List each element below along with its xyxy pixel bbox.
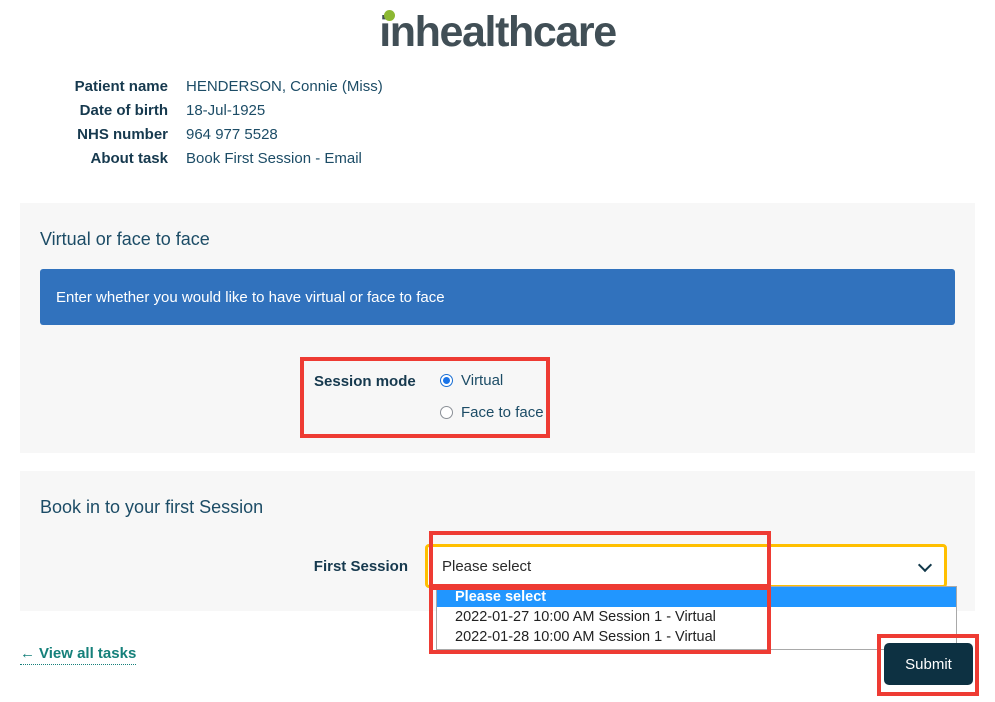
detail-label-nhs-number: NHS number bbox=[77, 126, 168, 143]
radio-virtual-icon[interactable] bbox=[440, 374, 453, 387]
radio-option-face-to-face[interactable]: Face to face bbox=[440, 404, 544, 421]
chevron-down-icon bbox=[917, 557, 933, 573]
detail-value-date-of-birth: 18-Jul-1925 bbox=[186, 102, 266, 119]
session-mode-field-group: Session mode Virtual Face to face bbox=[300, 357, 550, 438]
detail-row-date-of-birth: Date of birth 18-Jul-1925 bbox=[20, 102, 995, 126]
first-session-option-list[interactable]: Please select 2022-01-27 10:00 AM Sessio… bbox=[436, 586, 957, 650]
option-item[interactable]: 2022-01-27 10:00 AM Session 1 - Virtual bbox=[437, 607, 956, 627]
first-session-select[interactable]: Please select bbox=[425, 544, 947, 588]
radio-option-virtual-label: Virtual bbox=[461, 372, 504, 389]
view-all-tasks-label: View all tasks bbox=[39, 645, 137, 662]
detail-label-patient-name: Patient name bbox=[74, 78, 168, 95]
option-item[interactable]: Please select bbox=[437, 587, 956, 607]
radio-option-virtual[interactable]: Virtual bbox=[440, 372, 544, 389]
arrow-left-icon: ← bbox=[20, 645, 35, 662]
brand-header: inhealthcare bbox=[0, 0, 995, 56]
detail-label-about-task: About task bbox=[90, 150, 168, 167]
detail-row-nhs-number: NHS number 964 977 5528 bbox=[20, 126, 995, 150]
detail-row-patient-name: Patient name HENDERSON, Connie (Miss) bbox=[20, 78, 995, 102]
instruction-banner-text: Enter whether you would like to have vir… bbox=[56, 288, 445, 306]
option-item[interactable]: 2022-01-28 10:00 AM Session 1 - Virtual bbox=[437, 627, 956, 647]
section-title-mode: Virtual or face to face bbox=[40, 229, 210, 249]
detail-row-about-task: About task Book First Session - Email bbox=[20, 150, 995, 174]
first-session-field-row: First Session Please select bbox=[40, 544, 955, 588]
detail-label-date-of-birth: Date of birth bbox=[79, 102, 168, 119]
view-all-tasks-link[interactable]: ← View all tasks bbox=[20, 645, 137, 665]
submit-button[interactable]: Submit bbox=[884, 643, 973, 685]
session-mode-label: Session mode bbox=[314, 373, 416, 390]
first-session-select-value: Please select bbox=[442, 557, 532, 575]
detail-value-about-task: Book First Session - Email bbox=[186, 150, 362, 167]
radio-face-to-face-icon[interactable] bbox=[440, 406, 453, 419]
radio-option-face-to-face-label: Face to face bbox=[461, 404, 544, 421]
logo-text: inhealthcare bbox=[379, 8, 617, 56]
detail-value-patient-name: HENDERSON, Connie (Miss) bbox=[186, 78, 383, 95]
detail-value-nhs-number: 964 977 5528 bbox=[186, 126, 278, 143]
session-mode-radio-list: Virtual Face to face bbox=[440, 372, 544, 434]
instruction-banner: Enter whether you would like to have vir… bbox=[40, 269, 955, 325]
section-title-booking: Book in to your first Session bbox=[40, 497, 264, 517]
patient-details: Patient name HENDERSON, Connie (Miss) Da… bbox=[20, 78, 995, 174]
inhealthcare-logo: inhealthcare bbox=[379, 8, 617, 56]
first-session-label: First Session bbox=[313, 557, 408, 575]
